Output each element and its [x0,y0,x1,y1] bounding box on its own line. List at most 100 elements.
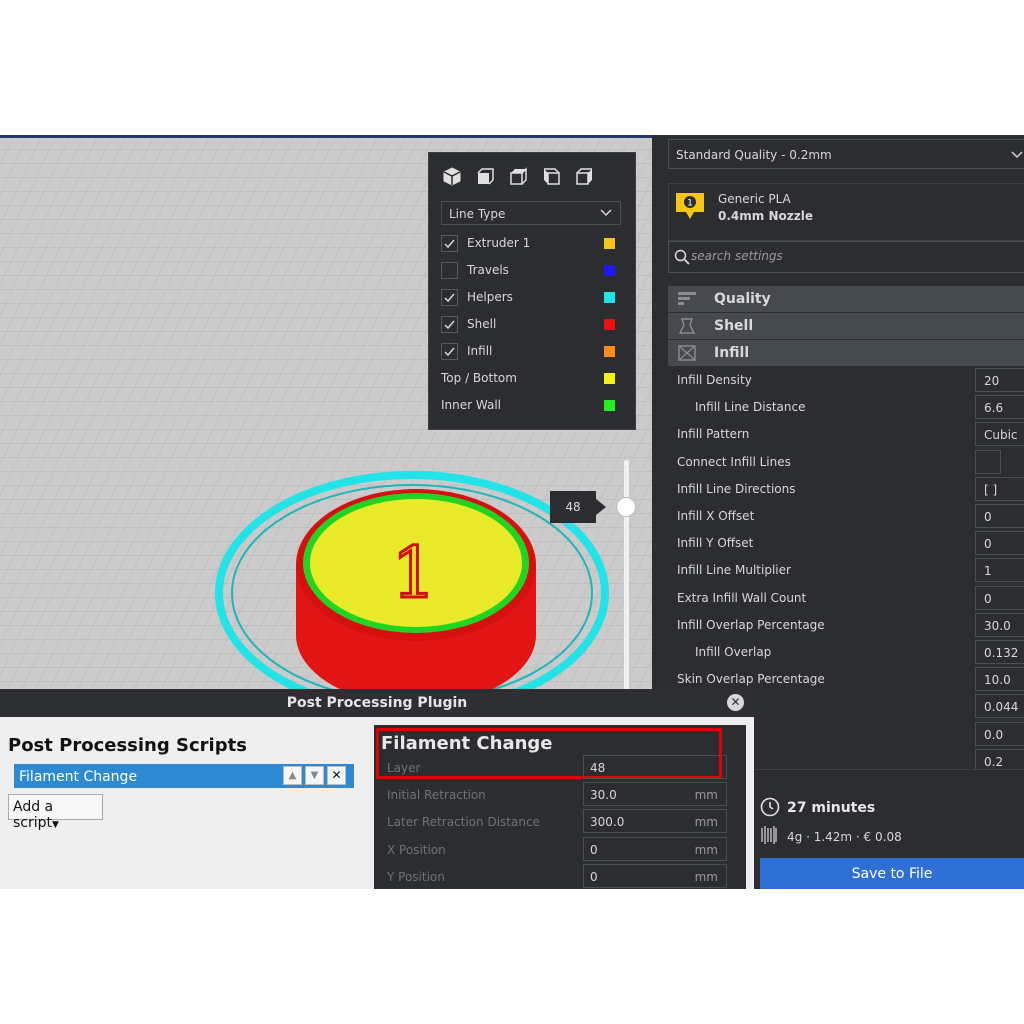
script-param-row: Y Position 0 mm [374,862,746,889]
check-icon [444,293,455,303]
setting-value[interactable]: 0 [975,504,1024,528]
save-to-file-button[interactable]: Save to File [760,858,1024,889]
right-view-icon[interactable] [575,167,594,186]
setting-value[interactable]: 0.132 [975,640,1024,664]
view-panel: Line Type Extruder 1 Travels Helpers Shell I… [428,152,636,430]
category-label: Infill [714,345,750,361]
setting-value[interactable]: 10.0 [975,667,1024,692]
line-type-label: Line Type [449,207,506,221]
svg-text:1: 1 [687,199,693,209]
setting-row: Infill Pattern Cubic [668,420,1024,447]
setting-value[interactable]: 6.6 [975,395,1024,420]
param-value[interactable]: 0 mm [583,863,727,888]
legend-label: Extruder 1 [467,236,531,250]
param-value[interactable]: 0 mm [583,836,727,861]
setting-value[interactable]: 30.0 [975,612,1024,637]
param-unit: mm [694,842,718,857]
legend-checkbox[interactable] [441,289,458,306]
legend-label: Infill [467,344,493,358]
param-unit: mm [694,869,718,884]
dialog-title: Post Processing Plugin [0,689,754,717]
legend-color-swatch [604,238,615,249]
setting-label: Infill Line Distance [695,400,806,415]
move-down-button[interactable]: ▼ [305,766,324,785]
legend-row[interactable]: Shell [441,314,625,334]
legend-color-swatch [604,265,615,276]
param-label: Layer [387,761,421,775]
setting-row: Infill Line Multiplier 1 [668,556,1024,583]
setting-value[interactable]: [ ] [975,476,1024,501]
script-list-item[interactable]: Filament Change ▲ ▼ ✕ [14,764,354,788]
material-selector[interactable]: 1 Generic PLA 0.4mm Nozzle [668,183,1024,241]
legend-row[interactable]: Extruder 1 [441,233,625,253]
legend-checkbox[interactable] [441,235,458,252]
setting-label: Infill Density [677,373,752,387]
setting-row: Extra Infill Wall Count 0 [668,584,1024,611]
cura-window: 1 Line Type Extruder 1 Travels Helpers Shel… [0,135,1024,889]
post-processing-dialog: Post Processing Plugin ✕ Post Processing… [0,689,754,889]
print-time: 27 minutes [787,800,876,816]
3d-view-icon[interactable] [443,167,462,186]
legend-row[interactable]: Infill [441,341,625,361]
setting-label: Infill Overlap Percentage [677,617,825,632]
script-title: Filament Change [381,733,553,754]
category-shell[interactable]: Shell [668,313,1024,339]
clock-icon [760,797,780,821]
line-type-dropdown[interactable]: Line Type [441,201,621,225]
setting-value[interactable]: 0 [975,585,1024,610]
infill-icon [678,345,696,365]
setting-row: Infill Overlap 0.132 [668,638,1024,665]
setting-label: Infill Line Directions [677,481,796,496]
setting-value[interactable]: Cubic [975,422,1024,447]
param-label: Y Position [387,869,445,884]
category-label: Shell [714,318,754,334]
viewport-top-edge [0,135,652,138]
left-view-icon[interactable] [542,167,561,186]
param-unit: mm [694,788,718,803]
legend-checkbox[interactable] [441,262,458,279]
legend-checkbox[interactable] [441,316,458,333]
setting-label: Connect Infill Lines [677,454,791,469]
search-input[interactable] [691,249,991,263]
remove-script-button[interactable]: ✕ [327,766,346,785]
legend-row: Top / Bottom [441,368,625,388]
setting-row: Infill Overlap Percentage 30.0 [668,611,1024,638]
param-value-text: 48 [590,761,606,775]
legend-checkbox[interactable] [441,343,458,360]
chevron-down-icon [600,206,612,221]
check-icon [444,320,455,330]
layer-slider-handle[interactable] [616,497,636,517]
param-value[interactable]: 30.0 mm [583,782,727,807]
setting-row: Infill Line Directions [ ] [668,475,1024,502]
param-value[interactable]: 48 [583,755,727,779]
move-up-button[interactable]: ▲ [283,766,302,785]
settings-search[interactable] [668,241,1024,273]
front-view-icon[interactable] [476,167,495,186]
layer-slider-track[interactable] [624,460,629,695]
layer-number-label[interactable]: 48 [550,491,606,523]
setting-value[interactable]: 0.0 [975,721,1024,746]
setting-value[interactable]: 0.044 [975,694,1024,719]
legend-row[interactable]: Helpers [441,287,625,307]
top-view-icon[interactable] [509,167,528,186]
legend-label: Shell [467,317,497,331]
chevron-down-icon [1011,148,1023,163]
add-script-button[interactable]: Add a script▼ [8,794,103,831]
param-label: Initial Retraction [387,788,486,803]
setting-value[interactable]: 1 [975,558,1024,583]
category-quality[interactable]: Quality [668,286,1024,312]
legend-color-swatch [604,346,615,357]
filament-spool-icon [761,826,777,848]
param-value[interactable]: 300.0 mm [583,809,727,834]
setting-value[interactable]: 20 [975,368,1024,392]
legend-color-swatch [604,292,615,303]
close-icon[interactable]: ✕ [727,694,744,711]
legend-row[interactable]: Travels [441,260,625,280]
script-param-row: Initial Retraction 30.0 mm [374,780,746,807]
setting-checkbox[interactable] [975,449,1001,474]
setting-row: Infill Y Offset 0 [668,529,1024,556]
setting-value[interactable]: 0 [975,531,1024,556]
quality-profile-dropdown[interactable]: Standard Quality - 0.2mm [668,139,1024,169]
category-infill[interactable]: Infill [668,340,1024,366]
check-icon [444,239,455,249]
